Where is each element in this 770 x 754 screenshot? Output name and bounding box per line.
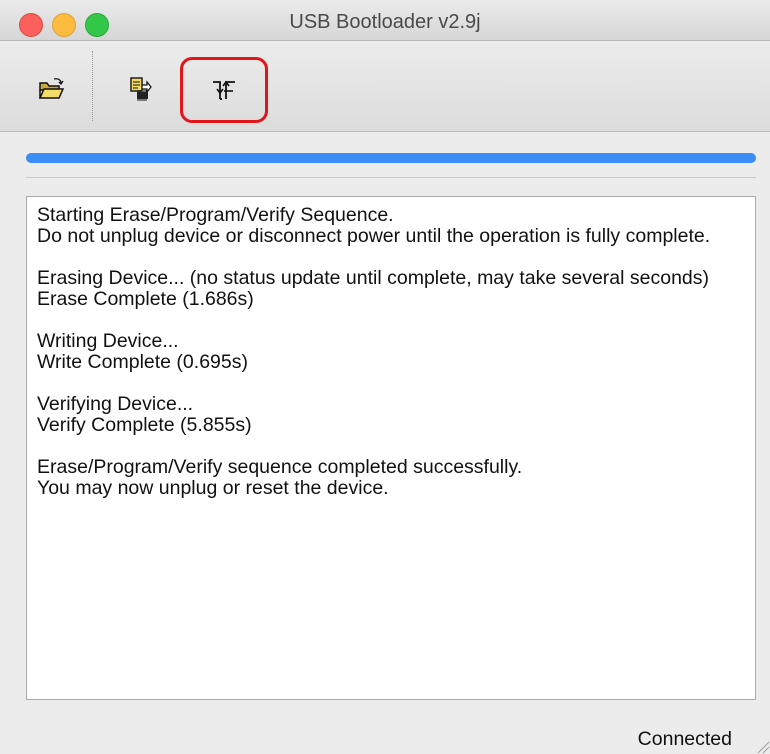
status-log[interactable]: Starting Erase/Program/Verify Sequence. D… [26,196,756,700]
program-device-icon [130,77,152,101]
log-line: Erase/Program/Verify sequence completed … [37,456,523,478]
log-line: Do not unplug device or disconnect power… [37,225,711,247]
open-hex-file-button[interactable] [26,63,76,115]
open-folder-icon [38,78,65,99]
window-title: USB Bootloader v2.9j [289,11,481,33]
app-window: USB Bootloader v2.9j Starting Erase/Prog… [0,0,770,754]
program-device-button[interactable] [116,63,166,115]
reset-device-icon [213,80,235,100]
progress-bar [26,153,756,163]
reset-device-button[interactable] [180,57,268,123]
toolbar [0,41,770,132]
toolbar-separator [92,51,93,121]
log-line: Writing Device... [37,330,179,352]
log-line: Erase Complete (1.686s) [37,288,254,310]
log-line: Erasing Device... (no status update unti… [37,267,709,289]
log-line: Verifying Device... [37,393,194,415]
log-line: Verify Complete (5.855s) [37,414,252,436]
log-line: Write Complete (0.695s) [37,351,248,373]
divider [26,177,756,178]
connection-status: Connected [637,728,732,750]
title-bar[interactable]: USB Bootloader v2.9j [0,0,770,41]
resize-grip-icon[interactable] [752,736,770,754]
progress-bar-fill [26,153,756,163]
log-line: You may now unplug or reset the device. [37,477,389,499]
log-line: Starting Erase/Program/Verify Sequence. [37,204,394,226]
